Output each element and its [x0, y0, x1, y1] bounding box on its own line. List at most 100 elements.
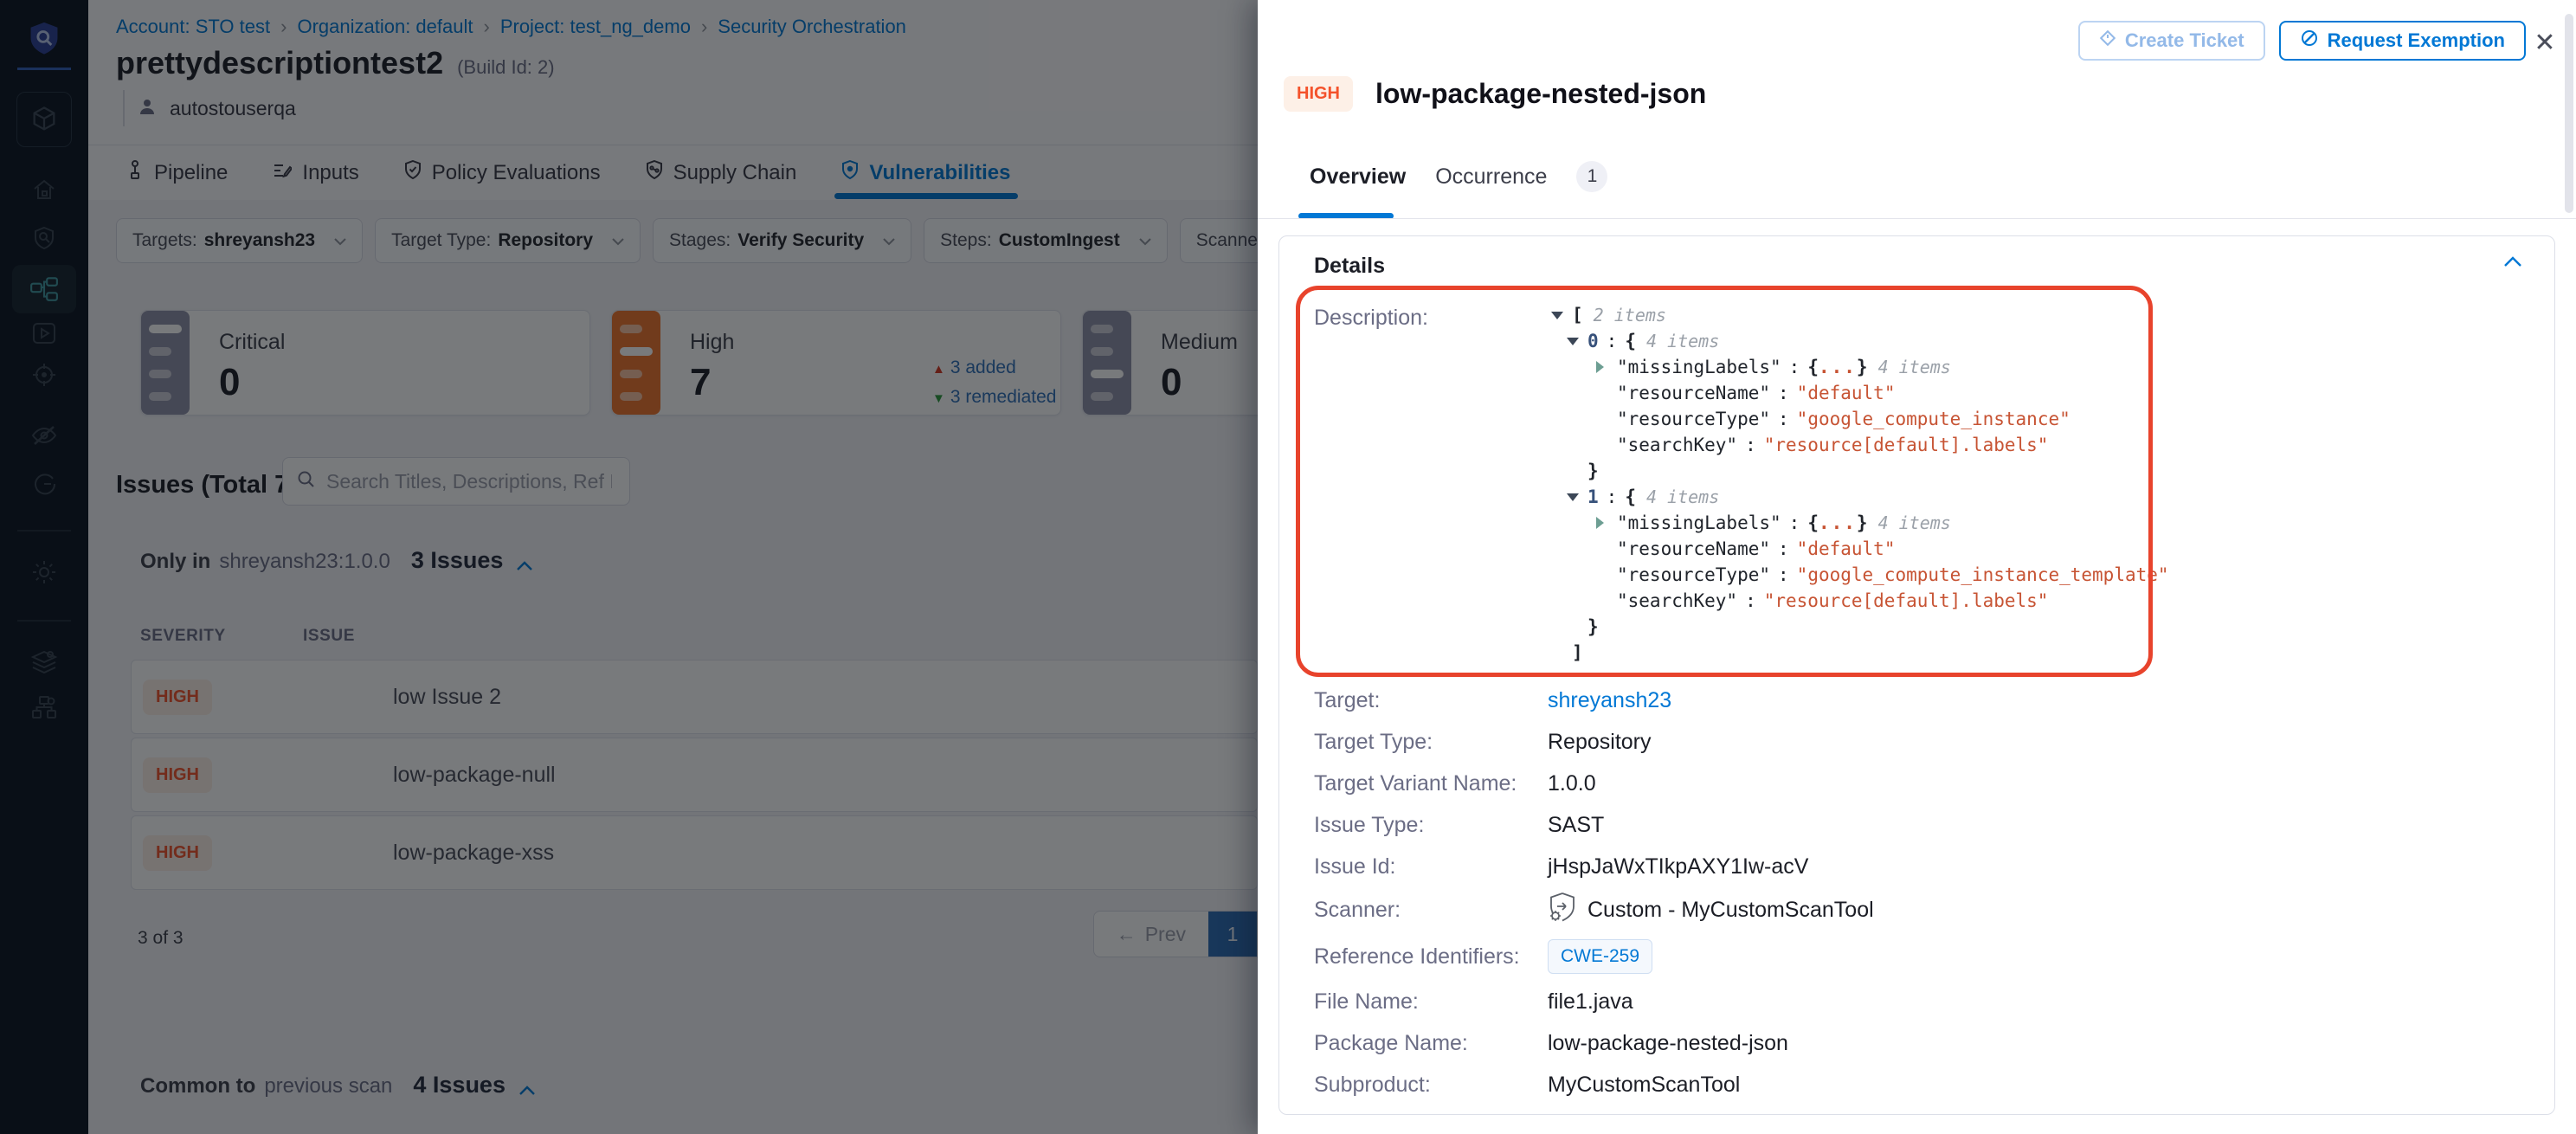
- json-line: "resourceName" : "default": [1596, 380, 2169, 406]
- json-key: "missingLabels": [1617, 512, 1781, 533]
- json-items-count: 4 items: [1646, 331, 1719, 351]
- drawer-actions: Create Ticket Request Exemption: [2078, 21, 2526, 61]
- modal-dim-overlay[interactable]: [0, 0, 1258, 1134]
- drawer-title-row: HIGH low-package-nested-json: [1284, 76, 1706, 112]
- expand-triangle-icon[interactable]: [1567, 338, 1579, 345]
- app-root: Account: STO test › Organization: defaul…: [0, 0, 2576, 1134]
- json-items-count: 4 items: [1878, 357, 1951, 377]
- json-line: "resourceName" : "default": [1596, 536, 2169, 562]
- json-key: "resourceName": [1617, 383, 1770, 403]
- json-line: "resourceType" : "google_compute_instanc…: [1596, 406, 2169, 432]
- field-value: low-package-nested-json: [1548, 1031, 1788, 1056]
- severity-badge: HIGH: [1284, 76, 1353, 112]
- request-exemption-label: Request Exemption: [2328, 29, 2505, 52]
- json-key: "searchKey": [1617, 435, 1737, 455]
- field-value: SAST: [1548, 813, 1604, 838]
- json-string-value: "resource[default].labels": [1764, 435, 2049, 455]
- request-exemption-button[interactable]: Request Exemption: [2279, 21, 2526, 61]
- field-row-scanner: Scanner: Custom - MyCustomScanTool: [1314, 887, 2508, 932]
- target-link[interactable]: shreyansh23: [1548, 688, 1671, 713]
- tab-overview[interactable]: Overview: [1310, 164, 1406, 190]
- json-colon: :: [1789, 512, 1800, 533]
- json-colon: :: [1778, 538, 1789, 559]
- field-label: Target Variant Name:: [1314, 771, 1548, 796]
- create-ticket-button[interactable]: Create Ticket: [2078, 21, 2265, 61]
- json-string-value: "google_compute_instance_template": [1797, 564, 2169, 585]
- expand-triangle-icon[interactable]: [1551, 312, 1563, 319]
- json-items-count: 4 items: [1646, 486, 1719, 507]
- field-row-package-name: Package Name: low-package-nested-json: [1314, 1022, 2508, 1064]
- json-brace: {: [1625, 486, 1636, 507]
- field-label: Target Type:: [1314, 730, 1548, 755]
- json-brace: {: [1625, 331, 1636, 351]
- field-value: MyCustomScanTool: [1548, 1073, 1740, 1098]
- json-key: "resourceName": [1617, 538, 1770, 559]
- field-row-target: Target: shreyansh23: [1314, 680, 2508, 721]
- field-row-issue-type: Issue Type: SAST: [1314, 804, 2508, 846]
- details-heading: Details: [1314, 254, 1385, 279]
- occurrence-count-badge: 1: [1576, 161, 1607, 192]
- json-index: 0: [1587, 331, 1599, 351]
- field-label: Package Name:: [1314, 1031, 1548, 1056]
- create-ticket-label: Create Ticket: [2125, 29, 2244, 52]
- json-line[interactable]: 1 : { 4 items: [1567, 484, 2169, 510]
- field-value: file1.java: [1548, 989, 1633, 1015]
- field-label: Target:: [1314, 688, 1548, 713]
- details-card: Details Description: [ 2 items 0 : { 4 i…: [1278, 235, 2555, 1115]
- json-line: }: [1567, 458, 2169, 484]
- json-brace: }: [1587, 461, 1599, 481]
- json-bracket: ]: [1572, 642, 1583, 663]
- json-bracket: [: [1572, 305, 1583, 325]
- json-line[interactable]: 0 : { 4 items: [1567, 328, 2169, 354]
- tab-occurrence[interactable]: Occurrence: [1435, 164, 1547, 190]
- json-colon: :: [1778, 564, 1789, 585]
- json-line: }: [1567, 614, 2169, 640]
- json-brace: }: [1587, 616, 1599, 637]
- json-index: 1: [1587, 486, 1599, 507]
- drawer-tabs: Overview Occurrence 1: [1310, 161, 1607, 192]
- issue-title: low-package-nested-json: [1375, 78, 1706, 110]
- json-line[interactable]: "missingLabels" : { ... } 4 items: [1596, 510, 2169, 536]
- issue-details-drawer: Create Ticket Request Exemption ✕ HIGH l…: [1258, 0, 2576, 1134]
- json-key: "resourceType": [1617, 409, 1770, 429]
- details-collapse-chevron-up-icon[interactable]: [2504, 255, 2521, 271]
- custom-scanner-icon: [1548, 892, 1577, 929]
- collapsed-triangle-icon[interactable]: [1596, 517, 1604, 529]
- details-fields: Target: shreyansh23 Target Type: Reposit…: [1314, 680, 2508, 1105]
- json-collapsed-open: {: [1807, 357, 1819, 377]
- field-label: Scanner:: [1314, 898, 1548, 923]
- json-line: ]: [1551, 640, 2169, 666]
- json-line: "resourceType" : "google_compute_instanc…: [1596, 562, 2169, 588]
- json-key: "missingLabels": [1617, 357, 1781, 377]
- close-icon[interactable]: ✕: [2528, 28, 2562, 58]
- description-label: Description:: [1314, 306, 1428, 331]
- json-colon: :: [1789, 357, 1800, 377]
- json-colon: :: [1745, 435, 1756, 455]
- json-collapsed-close: }: [1857, 512, 1868, 533]
- json-string-value: "resource[default].labels": [1764, 590, 2049, 611]
- scrollbar-thumb[interactable]: [2565, 14, 2573, 213]
- json-collapsed-open: {: [1807, 512, 1819, 533]
- field-row-file-name: File Name: file1.java: [1314, 981, 2508, 1022]
- json-string-value: "default": [1797, 383, 1896, 403]
- collapsed-triangle-icon[interactable]: [1596, 361, 1604, 373]
- json-colon: :: [1607, 331, 1618, 351]
- json-line[interactable]: "missingLabels" : { ... } 4 items: [1596, 354, 2169, 380]
- field-label: File Name:: [1314, 989, 1548, 1015]
- field-row-issue-id: Issue Id: jHspJaWxTIkpAXY1Iw-acV: [1314, 846, 2508, 887]
- ticket-diamond-icon: [2099, 29, 2116, 52]
- json-colon: :: [1607, 486, 1618, 507]
- json-collapsed-dots: ...: [1819, 512, 1857, 533]
- field-row-target-type: Target Type: Repository: [1314, 721, 2508, 763]
- field-value: Repository: [1548, 730, 1652, 755]
- cwe-badge[interactable]: CWE-259: [1548, 939, 1652, 974]
- drawer-tab-divider: [1258, 218, 2576, 219]
- expand-triangle-icon[interactable]: [1567, 493, 1579, 501]
- exemption-eye-slash-icon: [2300, 29, 2319, 53]
- json-collapsed-dots: ...: [1819, 357, 1857, 377]
- field-label: Issue Type:: [1314, 813, 1548, 838]
- scanner-name: Custom - MyCustomScanTool: [1587, 898, 1874, 923]
- description-json-viewer: [ 2 items 0 : { 4 items "missingLabels" …: [1551, 302, 2169, 666]
- field-row-target-variant: Target Variant Name: 1.0.0: [1314, 763, 2508, 804]
- json-line[interactable]: [ 2 items: [1551, 302, 2169, 328]
